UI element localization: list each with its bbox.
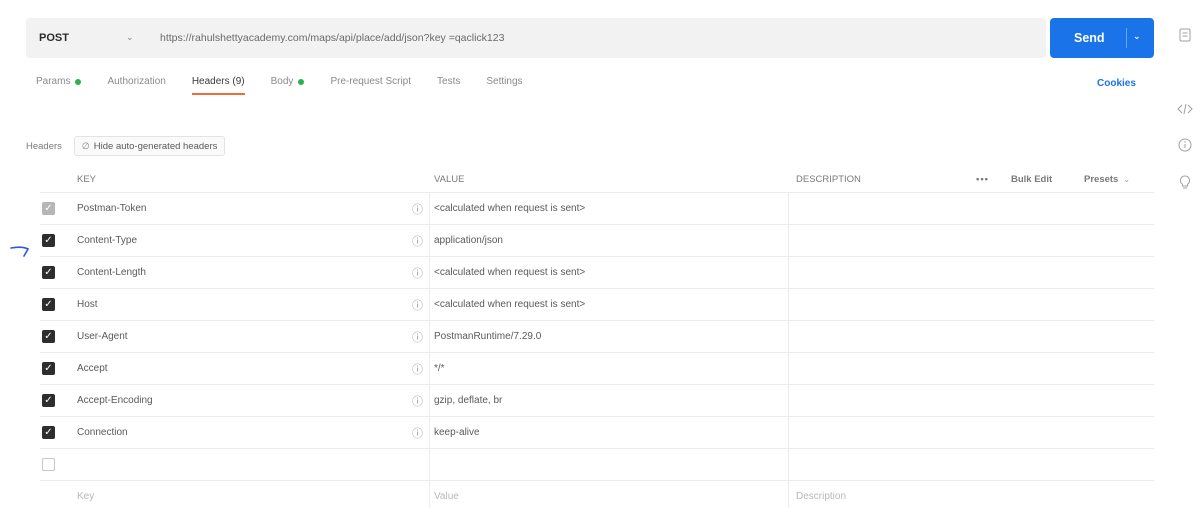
tab-label: Body	[270, 76, 294, 87]
row-checkbox[interactable]: ✓	[42, 234, 55, 247]
info-icon[interactable]	[1176, 136, 1194, 154]
table-row: ✓ Host ⓘ <calculated when request is sen…	[40, 288, 1154, 320]
info-icon[interactable]: ⓘ	[412, 321, 426, 352]
row-checkbox[interactable]: ✓	[42, 202, 55, 215]
table-row	[40, 448, 1154, 480]
header-value[interactable]: <calculated when request is sent>	[434, 193, 794, 224]
table-row: ✓ Postman-Token ⓘ <calculated when reque…	[40, 192, 1154, 224]
send-button[interactable]: Send ⌄	[1050, 18, 1154, 58]
header-key[interactable]: Content-Length	[77, 257, 427, 288]
new-description-input[interactable]: Description	[796, 481, 1096, 508]
header-value[interactable]: PostmanRuntime/7.29.0	[434, 321, 794, 352]
active-indicator-dot	[75, 78, 82, 85]
presets-dropdown[interactable]: Presets ⌄	[1084, 166, 1130, 192]
header-value[interactable]: */*	[434, 353, 794, 384]
chevron-down-icon: ⌄	[1123, 174, 1131, 184]
table-row: ✓ Content-Length ⓘ <calculated when requ…	[40, 256, 1154, 288]
url-input[interactable]: https://rahulshettyacademy.com/maps/api/…	[144, 32, 1046, 44]
header-key[interactable]: Accept	[77, 353, 427, 384]
tab-label: Pre-request Script	[330, 76, 412, 87]
header-key[interactable]: User-Agent	[77, 321, 427, 352]
code-icon[interactable]	[1176, 100, 1194, 118]
hide-button-label: Hide auto-generated headers	[93, 140, 218, 152]
table-header-row: KEY VALUE DESCRIPTION ••• Bulk Edit Pres…	[40, 166, 1154, 192]
headers-label: Headers	[26, 140, 62, 152]
tab-body[interactable]: Body	[271, 76, 305, 87]
row-checkbox[interactable]: ✓	[42, 426, 55, 439]
header-key[interactable]: Accept-Encoding	[77, 385, 427, 416]
chevron-down-icon[interactable]: ⌄	[1133, 31, 1141, 42]
tab-params[interactable]: Params	[36, 76, 82, 87]
header-value[interactable]: application/json	[434, 225, 794, 256]
row-checkbox[interactable]	[42, 458, 55, 471]
info-icon[interactable]: ⓘ	[412, 225, 426, 256]
hide-auto-generated-headers-button[interactable]: ∅ Hide auto-generated headers	[73, 136, 226, 156]
new-header-row: Key Value Description	[40, 480, 1154, 508]
active-indicator-dot	[298, 78, 305, 85]
tab-label: Settings	[486, 76, 523, 87]
presets-label: Presets	[1084, 173, 1119, 185]
send-label: Send	[1074, 31, 1105, 45]
tab-label: Headers (9)	[191, 76, 245, 87]
headers-table: KEY VALUE DESCRIPTION ••• Bulk Edit Pres…	[40, 166, 1154, 508]
row-checkbox[interactable]: ✓	[42, 394, 55, 407]
tab-headers[interactable]: Headers (9)	[191, 76, 245, 95]
tab-pre-request-script[interactable]: Pre-request Script	[330, 76, 411, 87]
table-row: ✓ Accept-Encoding ⓘ gzip, deflate, br	[40, 384, 1154, 416]
tab-tests[interactable]: Tests	[437, 76, 460, 87]
header-key[interactable]: Host	[77, 289, 427, 320]
table-row: ✓ User-Agent ⓘ PostmanRuntime/7.29.0	[40, 320, 1154, 352]
header-value[interactable]: keep-alive	[434, 417, 794, 448]
row-checkbox[interactable]: ✓	[42, 330, 55, 343]
more-options-icon[interactable]: •••	[976, 166, 989, 192]
column-header-key: KEY	[77, 173, 97, 185]
table-row: ✓ Connection ⓘ keep-alive	[40, 416, 1154, 448]
tab-authorization[interactable]: Authorization	[107, 76, 165, 87]
document-icon[interactable]	[1176, 26, 1194, 44]
header-key[interactable]: Postman-Token	[77, 193, 427, 224]
annotation-arrow-icon	[10, 246, 30, 257]
new-value-input[interactable]: Value	[434, 481, 794, 508]
tab-label: Authorization	[107, 76, 166, 87]
request-url-bar: POST ⌄ https://rahulshettyacademy.com/ma…	[26, 18, 1046, 58]
eye-off-icon: ∅	[81, 140, 90, 151]
info-icon[interactable]: ⓘ	[412, 257, 426, 288]
row-checkbox[interactable]: ✓	[42, 298, 55, 311]
request-tabs: Params Authorization Headers (9) Body Pr…	[36, 76, 549, 100]
header-key[interactable]: Content-Type	[77, 225, 427, 256]
cookies-link[interactable]: Cookies	[1097, 78, 1136, 89]
bulk-edit-button[interactable]: Bulk Edit	[1011, 166, 1052, 192]
send-divider	[1126, 28, 1127, 48]
tab-label: Tests	[437, 76, 461, 87]
header-value[interactable]: <calculated when request is sent>	[434, 289, 794, 320]
row-checkbox[interactable]: ✓	[42, 362, 55, 375]
header-value[interactable]: <calculated when request is sent>	[434, 257, 794, 288]
table-row: ✓ Content-Type ⓘ application/json	[40, 224, 1154, 256]
info-icon[interactable]: ⓘ	[412, 289, 426, 320]
table-row: ✓ Accept ⓘ */*	[40, 352, 1154, 384]
tab-label: Params	[36, 76, 71, 87]
headers-subbar: Headers ∅ Hide auto-generated headers	[26, 136, 226, 156]
row-checkbox[interactable]: ✓	[42, 266, 55, 279]
header-value[interactable]: gzip, deflate, br	[434, 385, 794, 416]
method-select[interactable]: POST ⌄	[26, 18, 144, 58]
header-key[interactable]: Connection	[77, 417, 427, 448]
info-icon[interactable]: ⓘ	[412, 417, 426, 448]
info-icon[interactable]: ⓘ	[412, 193, 426, 224]
column-header-value: VALUE	[434, 173, 465, 185]
info-icon[interactable]: ⓘ	[412, 353, 426, 384]
tab-settings[interactable]: Settings	[486, 76, 522, 87]
method-label: POST	[39, 32, 69, 44]
chevron-down-icon: ⌄	[126, 32, 134, 42]
new-key-input[interactable]: Key	[77, 481, 427, 508]
info-icon[interactable]: ⓘ	[412, 385, 426, 416]
lightbulb-icon[interactable]	[1176, 173, 1194, 191]
